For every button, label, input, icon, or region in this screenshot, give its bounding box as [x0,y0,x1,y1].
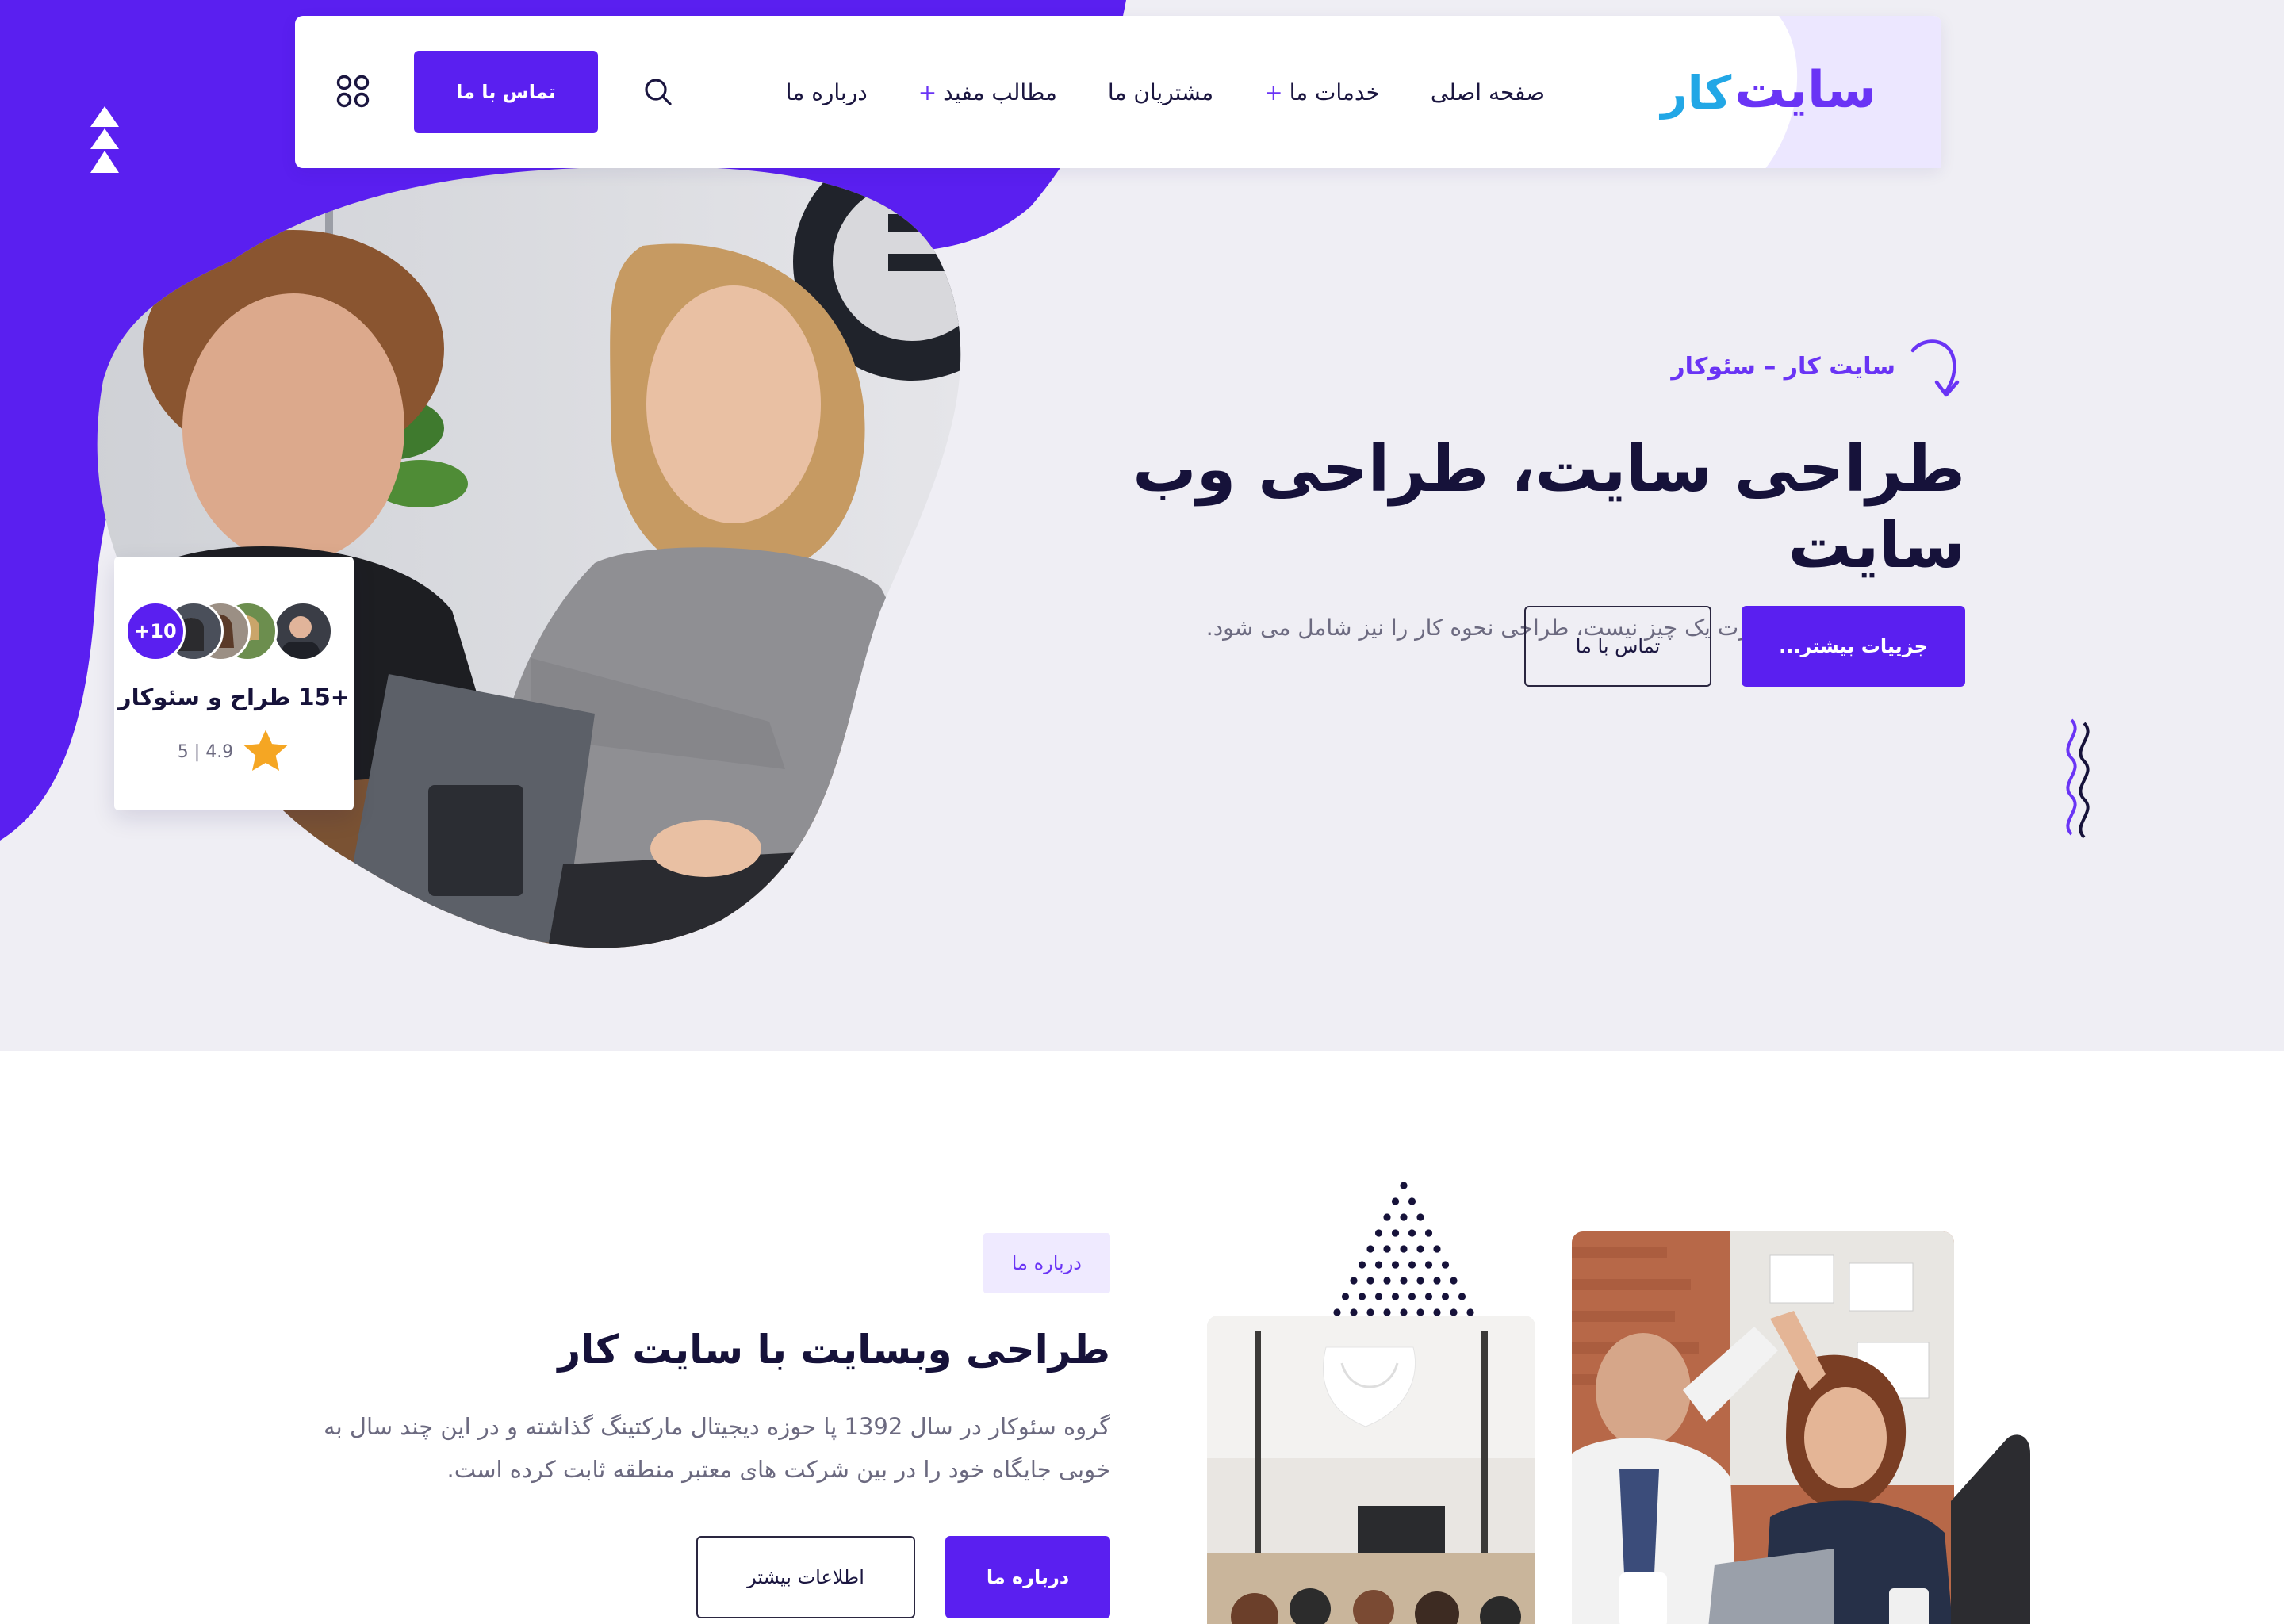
about-us-button[interactable]: درباره ما [945,1536,1110,1618]
logo-text-secondary: کار [1661,66,1732,120]
triangles-decoration-icon [90,106,119,173]
menu-item-label: درباره ما [785,79,868,105]
menu-item-label: خدمات ما [1289,79,1380,105]
grid-menu-icon[interactable] [336,75,370,108]
avatar-group: +10 [125,601,344,661]
hero-buttons: جزییات بیشتر... تماس با ما [1524,606,1965,687]
hero-eyebrow: سایت کار – سئوکار [1014,333,1965,400]
main-navbar: سایت کار صفحه اصلی خدمات ما + مشتریان ما … [295,16,1941,168]
main-menu: صفحه اصلی خدمات ما + مشتریان ما مطالب مفی… [786,16,1545,168]
menu-item-label: صفحه اصلی [1430,79,1545,105]
site-logo[interactable]: سایت کار [1661,65,1876,116]
menu-item-clients[interactable]: مشتریان ما [1108,79,1213,105]
menu-item-articles[interactable]: مطالب مفید + [918,79,1057,105]
curved-arrow-icon [1910,339,1960,397]
more-members-badge: +10 [125,601,186,661]
rating-row: 5 | 4.9 [114,728,354,776]
office-meeting-photo [1207,1316,1535,1624]
more-info-button[interactable]: اطلاعات بیشتر [696,1536,915,1618]
wave-decoration-icon [2066,718,2090,839]
hero-copy: سایت کار – سئوکار طراحی سایت، طراحی وب س… [1014,333,1965,643]
about-chip: درباره ما [983,1233,1110,1293]
about-buttons: درباره ما اطلاعات بیشتر [696,1536,1110,1618]
team-stats-card: +10 +15 طراح و سئوکار 5 | 4.9 [114,557,354,810]
about-section: درباره ما طراحی وبسایت با سایت کار گروه … [0,1051,2284,1624]
menu-item-home[interactable]: صفحه اصلی [1431,79,1545,105]
about-copy: درباره ما طراحی وبسایت با سایت کار گروه … [278,1233,1110,1491]
search-icon[interactable] [641,75,676,109]
contact-us-button[interactable]: تماس با ما [414,51,598,133]
rating-text: 5 | 4.9 [177,741,234,762]
logo-text-primary: سایت [1734,61,1876,120]
team-card-title: +15 طراح و سئوکار [117,684,351,710]
menu-item-about[interactable]: درباره ما [786,79,868,105]
menu-item-services[interactable]: خدمات ما + [1264,79,1380,105]
dotted-triangle-decoration [1333,1182,1474,1316]
menu-item-label: مشتریان ما [1107,79,1214,105]
hero-eyebrow-text: سایت کار – سئوکار [1671,352,1895,381]
submenu-plus-icon: + [1264,79,1283,105]
menu-item-label: مطالب مفید [943,79,1057,105]
more-details-button[interactable]: جزییات بیشتر... [1742,606,1965,687]
about-body: گروه سئوکار در سال 1392 پا حوزه دیجیتال … [324,1413,1110,1483]
avatar [273,601,333,661]
hero-title: طراحی سایت، طراحی وب سایت [1132,432,1965,582]
hero-contact-button[interactable]: تماس با ما [1524,606,1711,687]
hero-section: سایت کار صفحه اصلی خدمات ما + مشتریان ما … [0,0,2284,1051]
about-title: طراحی وبسایت با سایت کار [558,1327,1110,1373]
high-five-photo [1572,1231,1954,1624]
dark-shape-decoration [1951,1434,2030,1624]
submenu-plus-icon: + [918,79,937,105]
star-icon [243,730,288,772]
